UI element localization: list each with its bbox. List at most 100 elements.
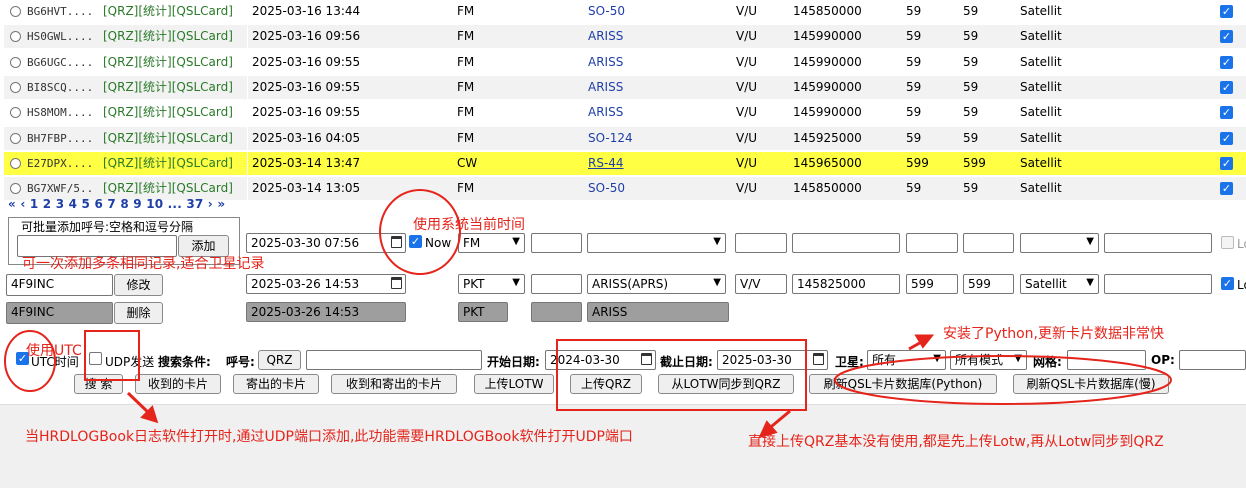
row-checkbox[interactable]: ✓ (1220, 51, 1238, 74)
qslcard-link[interactable]: [QSLCard] (172, 181, 233, 195)
qrz-link[interactable]: [QRZ] (103, 80, 138, 94)
udp-checkbox[interactable] (89, 352, 102, 365)
qslcard-link[interactable]: [QSLCard] (172, 105, 233, 119)
row-checkbox[interactable]: ✓ (1220, 0, 1238, 23)
search-op-input[interactable] (1179, 350, 1246, 370)
table-row[interactable]: BI8SCQ.... [QRZ][统计][QSLCard] 2025-03-16… (4, 75, 1246, 99)
row-select-radio[interactable] (10, 25, 24, 48)
table-row[interactable]: HS0GWL.... [QRZ][统计][QSLCard] 2025-03-16… (4, 25, 1246, 49)
table-row[interactable]: BG6HVT.... [QRZ][统计][QSLCard] 2025-03-16… (4, 0, 1246, 23)
qrz-link[interactable]: [QRZ] (103, 29, 138, 43)
qslcard-link[interactable]: [QSLCard] (172, 29, 233, 43)
edit-rst-received-input[interactable]: 599 (963, 274, 1014, 294)
calendar-icon[interactable] (813, 353, 824, 365)
qrz-link[interactable]: [QRZ] (103, 181, 138, 195)
stats-link[interactable]: [统计] (138, 156, 171, 170)
search-satellite-select[interactable]: 所有 ▼ (867, 350, 946, 370)
calendar-icon[interactable] (391, 277, 402, 289)
edit-satellite-select[interactable]: ARISS(APRS) ▼ (587, 274, 726, 294)
row-checkbox[interactable]: ✓ (1220, 25, 1238, 48)
mode-select[interactable]: FM ▼ (458, 233, 525, 253)
qslcard-link[interactable]: [QSLCard] (172, 4, 233, 18)
row-checkbox[interactable]: ✓ (1220, 152, 1238, 175)
edit-button[interactable]: 修改 (114, 274, 163, 296)
edit-lotw-checkbox[interactable]: ✓ (1221, 277, 1234, 290)
search-call-input[interactable] (306, 350, 482, 370)
row-checkbox[interactable]: ✓ (1220, 101, 1238, 124)
grid-input[interactable] (1104, 233, 1212, 253)
start-date-input[interactable]: 2024-03-30 (545, 350, 656, 370)
qrz-button[interactable]: QRZ (258, 350, 301, 370)
qslcard-link[interactable]: [QSLCard] (172, 80, 233, 94)
qslcard-link[interactable]: [QSLCard] (172, 131, 233, 145)
edit-call-input[interactable]: 4F9INC (6, 274, 113, 296)
propagation-select[interactable]: ▼ (1020, 233, 1099, 253)
refresh-python-button[interactable]: 刷新QSL卡片数据库(Python) (809, 374, 997, 394)
edit-grid-input[interactable] (1104, 274, 1212, 294)
end-date-input[interactable]: 2025-03-30 (717, 350, 828, 370)
upload-lotw-button[interactable]: 上传LOTW (474, 374, 554, 394)
edit-submode-input[interactable] (531, 274, 582, 294)
stats-link[interactable]: [统计] (138, 80, 171, 94)
row-checkbox[interactable]: ✓ (1220, 177, 1238, 200)
datetime-input[interactable]: 2025-03-30 07:56 (246, 233, 406, 253)
edit-band-input[interactable]: V/V (735, 274, 787, 294)
qso-satellite[interactable]: RS-44 (588, 152, 733, 175)
lotw-checkbox[interactable] (1221, 236, 1234, 249)
qso-satellite[interactable]: ARISS (588, 51, 733, 74)
qso-satellite[interactable]: ARISS (588, 25, 733, 48)
qrz-link[interactable]: [QRZ] (103, 55, 138, 69)
pagination[interactable]: « ‹ 1 2 3 4 5 6 7 8 9 10 ... 37 › » (8, 197, 225, 211)
rst-sent-input[interactable] (906, 233, 958, 253)
qso-satellite[interactable]: SO-50 (588, 0, 733, 23)
qrz-link[interactable]: [QRZ] (103, 4, 138, 18)
stats-link[interactable]: [统计] (138, 105, 171, 119)
qso-satellite[interactable]: SO-124 (588, 127, 733, 150)
qso-satellite[interactable]: ARISS (588, 101, 733, 124)
row-select-radio[interactable] (10, 101, 24, 124)
rst-received-input[interactable] (963, 233, 1014, 253)
table-row[interactable]: BG6UGC.... [QRZ][统计][QSLCard] 2025-03-16… (4, 50, 1246, 74)
row-checkbox[interactable]: ✓ (1220, 127, 1238, 150)
sent-cards-button[interactable]: 寄出的卡片 (233, 374, 319, 394)
qslcard-link[interactable]: [QSLCard] (172, 156, 233, 170)
row-checkbox[interactable]: ✓ (1220, 76, 1238, 99)
table-row[interactable]: BH7FBP.... [QRZ][统计][QSLCard] 2025-03-16… (4, 126, 1246, 150)
search-mode-select[interactable]: 所有模式 ▼ (950, 350, 1027, 370)
edit-mode-select[interactable]: PKT ▼ (458, 274, 525, 294)
qso-satellite[interactable]: SO-50 (588, 177, 733, 200)
satellite-select[interactable]: ▼ (587, 233, 726, 253)
row-select-radio[interactable] (10, 76, 24, 99)
row-select-radio[interactable] (10, 127, 24, 150)
edit-propagation-select[interactable]: Satellit ▼ (1020, 274, 1099, 294)
frequency-input[interactable] (792, 233, 900, 253)
qrz-link[interactable]: [QRZ] (103, 131, 138, 145)
calendar-icon[interactable] (391, 236, 402, 248)
row-select-radio[interactable] (10, 0, 24, 23)
search-grid-input[interactable] (1067, 350, 1146, 370)
table-row[interactable]: E27DPX.... [QRZ][统计][QSLCard] 2025-03-14… (4, 151, 1246, 175)
delete-button[interactable]: 删除 (114, 302, 163, 324)
stats-link[interactable]: [统计] (138, 4, 171, 18)
edit-datetime-input[interactable]: 2025-03-26 14:53 (246, 274, 406, 294)
refresh-slow-button[interactable]: 刷新QSL卡片数据库(慢) (1013, 374, 1169, 394)
received-cards-button[interactable]: 收到的卡片 (135, 374, 221, 394)
row-select-radio[interactable] (10, 51, 24, 74)
stats-link[interactable]: [统计] (138, 55, 171, 69)
received-and-sent-button[interactable]: 收到和寄出的卡片 (331, 374, 457, 394)
stats-link[interactable]: [统计] (138, 29, 171, 43)
now-checkbox[interactable]: ✓ (409, 235, 422, 248)
table-row[interactable]: HS8MOM.... [QRZ][统计][QSLCard] 2025-03-16… (4, 101, 1246, 125)
row-select-radio[interactable] (10, 152, 24, 175)
stats-link[interactable]: [统计] (138, 131, 171, 145)
sync-lotw-to-qrz-button[interactable]: 从LOTW同步到QRZ (658, 374, 794, 394)
calendar-icon[interactable] (641, 353, 652, 365)
stats-link[interactable]: [统计] (138, 181, 171, 195)
qrz-link[interactable]: [QRZ] (103, 105, 138, 119)
qso-satellite[interactable]: ARISS (588, 76, 733, 99)
qrz-link[interactable]: [QRZ] (103, 156, 138, 170)
upload-qrz-button[interactable]: 上传QRZ (570, 374, 642, 394)
edit-frequency-input[interactable]: 145825000 (792, 274, 900, 294)
band-input[interactable] (735, 233, 787, 253)
submode-input[interactable] (531, 233, 582, 253)
